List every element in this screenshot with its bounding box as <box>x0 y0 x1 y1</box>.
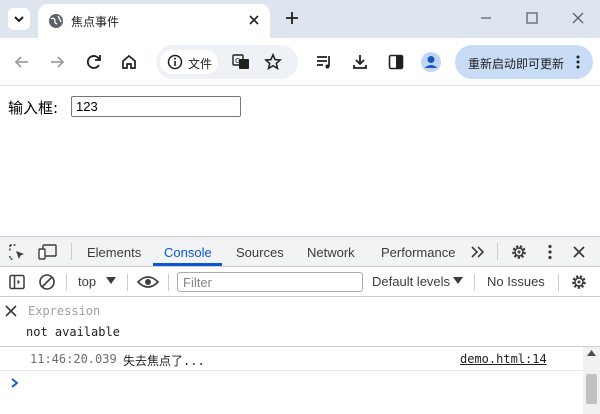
translate-icon[interactable]: G <box>232 53 250 71</box>
scroll-up-arrow-icon[interactable] <box>587 350 596 356</box>
browser-toolbar: 文件 G 重新启动即可更新 <box>0 38 600 86</box>
tab-network[interactable]: Network <box>307 245 355 260</box>
filter-input[interactable]: Filter <box>177 272 363 292</box>
remove-expression-icon[interactable] <box>5 305 17 317</box>
close-devtools-icon[interactable] <box>571 244 587 260</box>
new-tab-icon[interactable] <box>282 8 302 28</box>
eye-icon[interactable] <box>137 274 159 290</box>
toolbar-divider <box>474 274 475 291</box>
expression-placeholder[interactable]: Expression <box>28 304 100 318</box>
dropdown-triangle-icon <box>106 277 116 284</box>
toolbar-divider <box>71 243 72 260</box>
text-input[interactable] <box>71 96 241 117</box>
tab-performance[interactable]: Performance <box>381 245 455 260</box>
settings-gear-icon[interactable] <box>510 243 528 261</box>
site-chip-label: 文件 <box>188 57 213 71</box>
browser-tab[interactable]: 焦点事件 <box>38 4 270 38</box>
forward-arrow-icon[interactable] <box>47 52 67 72</box>
profile-avatar-icon[interactable] <box>420 51 442 73</box>
more-vertical-icon[interactable] <box>542 243 558 261</box>
console-toolbar: top Filter Default levels No Issues <box>0 267 600 297</box>
live-expression: Expression not available <box>0 297 600 347</box>
title-bar: 焦点事件 <box>0 0 600 38</box>
side-panel-icon[interactable] <box>386 52 406 72</box>
active-tab-indicator <box>153 263 222 266</box>
home-icon[interactable] <box>119 52 139 72</box>
expression-value: not available <box>26 325 120 339</box>
window-close-icon[interactable] <box>568 8 588 28</box>
scrollbar-thumb[interactable] <box>586 374 597 404</box>
tab-sources[interactable]: Sources <box>236 245 284 260</box>
svg-text:G: G <box>235 57 240 65</box>
toolbar-divider <box>168 274 169 291</box>
console-prompt-chevron-icon[interactable] <box>10 377 20 389</box>
context-selector[interactable]: top <box>78 274 96 289</box>
star-icon[interactable] <box>264 53 282 71</box>
maximize-icon[interactable] <box>522 8 542 28</box>
tab-console[interactable]: Console <box>164 245 212 260</box>
inspect-element-icon[interactable] <box>8 243 26 261</box>
update-button-label: 重新启动即可更新 <box>468 57 565 71</box>
filter-placeholder: Filter <box>183 275 212 290</box>
back-arrow-icon[interactable] <box>12 52 32 72</box>
console-log-entry: 11:46:20.039 失去焦点了... demo.html:14 <box>0 347 583 371</box>
issues-counter[interactable]: No Issues <box>487 274 545 289</box>
clear-console-icon[interactable] <box>38 273 56 291</box>
toolbar-divider <box>66 274 67 291</box>
log-message: 失去焦点了... <box>123 354 205 368</box>
media-playlist-icon[interactable] <box>314 52 334 72</box>
globe-icon <box>49 14 63 28</box>
console-scrollbar[interactable] <box>583 347 600 414</box>
close-icon[interactable] <box>247 13 261 27</box>
download-icon[interactable] <box>350 52 370 72</box>
devtools-panel: Elements Console Sources Network Perform… <box>0 236 600 414</box>
input-label: 输入框: <box>8 99 59 117</box>
chevron-down-icon <box>14 16 24 23</box>
site-info-chip[interactable]: 文件 <box>160 50 218 74</box>
log-levels-selector[interactable]: Default levels <box>372 274 450 289</box>
devtools-tab-strip: Elements Console Sources Network Perform… <box>0 237 600 267</box>
info-icon <box>167 54 183 70</box>
toolbar-divider <box>558 274 559 291</box>
more-tabs-icon[interactable] <box>470 245 486 259</box>
address-bar[interactable]: 文件 G <box>156 45 298 79</box>
log-source-link[interactable]: demo.html:14 <box>460 352 547 366</box>
relaunch-update-button[interactable]: 重新启动即可更新 <box>455 45 593 79</box>
reload-icon[interactable] <box>84 52 104 72</box>
minimize-icon[interactable] <box>476 8 496 28</box>
log-timestamp: 11:46:20.039 <box>30 352 117 366</box>
toolbar-divider <box>127 274 128 291</box>
more-vertical-icon <box>576 55 580 69</box>
dropdown-triangle-icon <box>453 277 463 284</box>
toolbar-divider <box>497 243 498 260</box>
tab-elements[interactable]: Elements <box>87 245 141 260</box>
sidebar-toggle-icon[interactable] <box>8 273 26 291</box>
device-toolbar-icon[interactable] <box>38 243 58 261</box>
tab-title: 焦点事件 <box>71 15 120 29</box>
console-settings-icon[interactable] <box>570 273 588 291</box>
tab-search-button[interactable] <box>8 8 30 30</box>
